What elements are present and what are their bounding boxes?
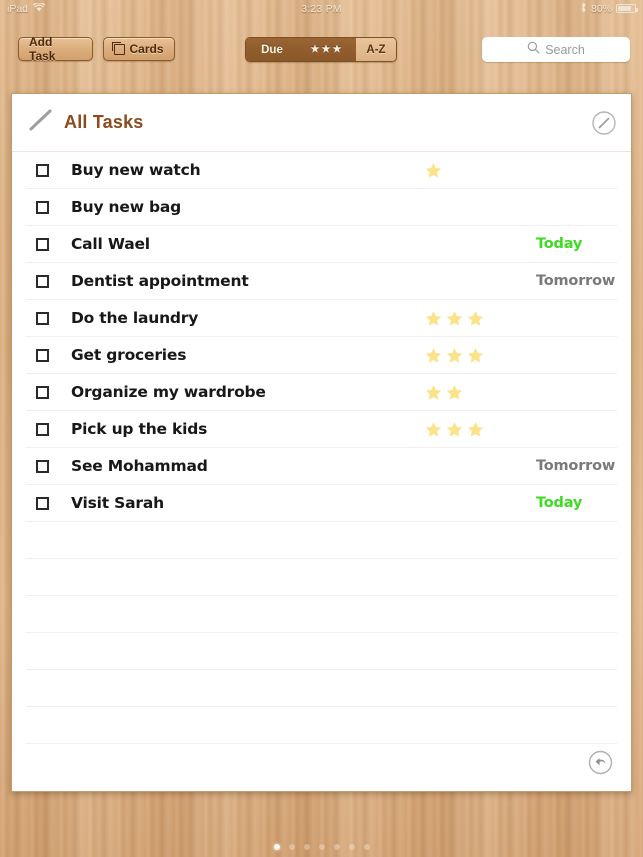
task-checkbox[interactable]	[36, 496, 49, 510]
star-icon	[425, 162, 442, 178]
undo-arrow-icon[interactable]	[588, 750, 613, 775]
card-header: All Tasks	[12, 94, 631, 152]
task-label: Do the laundry	[71, 309, 199, 327]
task-due-label: Today	[536, 495, 583, 511]
task-checkbox[interactable]	[36, 311, 49, 325]
task-checkbox[interactable]	[36, 422, 49, 436]
segment-az-label: A-Z	[366, 43, 386, 56]
task-row[interactable]: Call Wael Today	[26, 226, 617, 263]
page-dot[interactable]	[318, 844, 325, 850]
task-row[interactable]: Visit Sarah Today	[26, 485, 617, 522]
search-icon	[527, 41, 540, 59]
task-row[interactable]: Pick up the kids	[26, 411, 617, 448]
star-icon	[425, 347, 442, 363]
add-task-button[interactable]: Add Task	[18, 35, 93, 63]
segment-due[interactable]: Due	[246, 38, 298, 61]
cards-button[interactable]: Cards	[103, 37, 175, 61]
task-priority-stars[interactable]	[424, 420, 485, 439]
sort-segmented-control[interactable]: Due ★★★ A-Z	[245, 37, 397, 62]
empty-task-row[interactable]	[26, 522, 617, 559]
star-icon	[446, 421, 463, 437]
star-icon	[446, 384, 463, 400]
task-checkbox[interactable]	[36, 348, 49, 362]
segment-stars[interactable]: ★★★	[298, 38, 356, 61]
task-priority-stars[interactable]	[424, 383, 464, 402]
empty-task-row[interactable]	[26, 559, 617, 596]
page-dot[interactable]	[363, 844, 370, 850]
task-list-card: All Tasks Buy new watch Buy new bag Call W…	[11, 93, 632, 792]
task-checkbox[interactable]	[36, 200, 49, 214]
empty-task-row[interactable]	[26, 596, 617, 633]
toolbar: Add Task Cards Due ★★★ A-Z Search	[0, 17, 643, 63]
page-dot[interactable]	[333, 844, 340, 850]
star-icon	[467, 347, 484, 363]
page-dot[interactable]	[273, 844, 280, 850]
star-icon	[467, 310, 484, 326]
status-time: 3:23 PM	[301, 2, 342, 15]
add-task-label: Add Task	[29, 35, 56, 63]
task-checkbox[interactable]	[36, 237, 49, 251]
page-dots[interactable]	[0, 844, 643, 850]
star-icon	[425, 421, 442, 437]
search-placeholder: Search	[545, 42, 585, 57]
star-icon	[425, 310, 442, 326]
empty-task-row[interactable]	[26, 670, 617, 707]
status-bar: iPad 3:23 PM 80%	[0, 0, 643, 17]
segment-az[interactable]: A-Z	[356, 38, 396, 61]
task-list: Buy new watch Buy new bag Call Wael Today De…	[12, 152, 631, 744]
page-dot[interactable]	[288, 844, 295, 850]
segment-stars-label: ★★★	[310, 44, 344, 55]
task-label: Dentist appointment	[71, 272, 249, 290]
task-label: Pick up the kids	[71, 420, 208, 438]
task-row[interactable]: See Mohammad Tomorrow	[26, 448, 617, 485]
task-row[interactable]: Organize my wardrobe	[26, 374, 617, 411]
empty-task-row[interactable]	[26, 707, 617, 744]
task-label: Buy new bag	[71, 198, 182, 216]
star-icon	[446, 347, 463, 363]
empty-task-row[interactable]	[26, 633, 617, 670]
pencil-stroke-icon	[28, 107, 54, 138]
task-priority-stars[interactable]	[424, 346, 485, 365]
task-checkbox[interactable]	[36, 163, 49, 177]
task-row[interactable]: Do the laundry	[26, 300, 617, 337]
search-input[interactable]: Search	[482, 37, 630, 62]
page-title: All Tasks	[64, 112, 144, 132]
task-row[interactable]: Get groceries	[26, 337, 617, 374]
task-label: Visit Sarah	[71, 494, 164, 512]
segment-due-label: Due	[261, 43, 283, 56]
task-due-label: Today	[536, 236, 583, 252]
task-label: Organize my wardrobe	[71, 383, 266, 401]
battery-icon	[616, 4, 638, 13]
task-label: Get groceries	[71, 346, 187, 364]
cards-icon	[112, 41, 126, 55]
task-priority-stars[interactable]	[424, 161, 443, 180]
cards-label: Cards	[129, 42, 164, 56]
task-label: Buy new watch	[71, 161, 201, 179]
task-label: See Mohammad	[71, 457, 208, 475]
task-row[interactable]: Buy new bag	[26, 189, 617, 226]
task-label: Call Wael	[71, 235, 150, 253]
star-icon	[467, 421, 484, 437]
task-priority-stars[interactable]	[424, 309, 485, 328]
task-due-label: Tomorrow	[536, 273, 616, 289]
task-checkbox[interactable]	[36, 385, 49, 399]
star-icon	[446, 310, 463, 326]
task-row[interactable]: Buy new watch	[26, 152, 617, 189]
task-checkbox[interactable]	[36, 274, 49, 288]
star-icon	[425, 384, 442, 400]
edit-pencil-circle-icon[interactable]	[591, 110, 617, 136]
task-due-label: Tomorrow	[536, 458, 616, 474]
task-row[interactable]: Dentist appointment Tomorrow	[26, 263, 617, 300]
task-checkbox[interactable]	[36, 459, 49, 473]
page-dot[interactable]	[303, 844, 310, 850]
page-dot[interactable]	[348, 844, 355, 850]
